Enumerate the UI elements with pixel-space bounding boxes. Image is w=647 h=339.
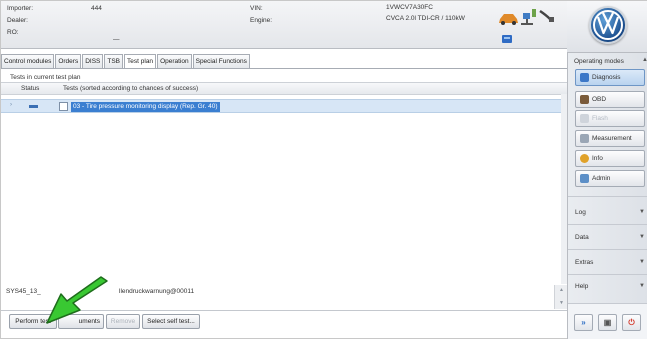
vci-icon <box>502 35 512 43</box>
info-icon <box>580 154 589 163</box>
diagnosis-label: Diagnosis <box>592 74 621 81</box>
flash-button[interactable]: Flash <box>575 110 645 127</box>
test-checkbox[interactable] <box>59 102 68 111</box>
car-icon <box>499 14 518 25</box>
tab-divider <box>1 68 567 69</box>
bottom-divider <box>1 310 567 311</box>
obd-label: OBD <box>592 96 607 103</box>
help-expand-icon[interactable]: ▼ <box>639 283 645 289</box>
sidebar-divider <box>568 249 647 250</box>
power-icon: ⏻ <box>628 318 635 327</box>
tab-operation[interactable]: Operation <box>157 54 192 69</box>
expand-icon[interactable]: › <box>10 102 12 108</box>
info-button[interactable]: Info <box>575 150 645 167</box>
extras-expand-icon[interactable]: ▼ <box>639 259 645 265</box>
sidebar-actions: » ▣ ⏻ <box>568 303 647 339</box>
select-self-test-button[interactable]: Select self test... <box>142 314 200 329</box>
info-label: Info <box>592 155 603 162</box>
right-sidebar: Operating modes ▲ Diagnosis OBD Flash Me… <box>567 53 647 339</box>
measurement-button[interactable]: Measurement <box>575 130 645 147</box>
vin-value: 1VWCV7A30FC <box>386 4 433 11</box>
window-icon: ▣ <box>603 318 612 327</box>
perform-test-button[interactable]: Perform test <box>9 314 57 329</box>
extras-section[interactable]: Extras ▼ <box>575 259 645 266</box>
brand-area <box>567 1 647 53</box>
tab-tsb[interactable]: TSB <box>104 54 124 69</box>
extras-label: Extras <box>575 259 594 266</box>
obd-button[interactable]: OBD <box>575 91 645 108</box>
importer-label: Importer: <box>7 5 34 12</box>
test-plan-row[interactable]: › 03 - Tire pressure monitoring display … <box>1 99 561 113</box>
log-section[interactable]: Log ▼ <box>575 209 645 216</box>
ro-value: — <box>113 36 120 43</box>
status-indicator-icon <box>29 105 38 108</box>
log-expand-icon[interactable]: ▼ <box>639 209 645 215</box>
obd-icon <box>580 95 589 104</box>
admin-button[interactable]: Admin <box>575 170 645 187</box>
tab-special-functions[interactable]: Special Functions <box>192 54 250 69</box>
scroll-down-icon[interactable]: ▼ <box>559 300 564 306</box>
tab-diss[interactable]: DISS <box>82 54 104 69</box>
exit-button[interactable]: ⏻ <box>622 314 641 331</box>
admin-icon <box>580 174 589 183</box>
engine-label: Engine: <box>250 17 273 24</box>
odis-window: Importer: 444 Dealer: RO: — VIN: Engine:… <box>0 0 647 339</box>
tab-control-modules[interactable]: Control modules <box>1 54 55 69</box>
connection-icons <box>496 5 556 49</box>
log-label: Log <box>575 209 586 216</box>
measurement-label: Measurement <box>592 135 632 142</box>
double-chevron-right-icon: » <box>581 318 586 327</box>
flash-label: Flash <box>592 115 608 122</box>
data-expand-icon[interactable]: ▼ <box>639 234 645 240</box>
diagnosis-button[interactable]: Diagnosis <box>575 69 645 86</box>
data-section[interactable]: Data ▼ <box>575 234 645 241</box>
operating-modes-title: Operating modes <box>574 58 624 65</box>
test-plan-header: Status Tests (sorted according to chance… <box>1 82 567 95</box>
measurement-icon <box>580 134 589 143</box>
vin-label: VIN: <box>250 5 263 12</box>
ro-label: RO: <box>7 29 19 36</box>
help-label: Help <box>575 283 589 290</box>
minimize-button[interactable]: ▣ <box>598 314 617 331</box>
forward-button[interactable]: » <box>574 314 593 331</box>
diagnosis-icon <box>580 73 589 82</box>
sidebar-divider <box>568 274 647 275</box>
vw-logo-icon <box>589 6 627 44</box>
status-code-prefix: SYS45_13_ <box>6 288 41 295</box>
sidebar-divider <box>568 196 647 197</box>
test-status-line: SYS45_13_ llendruckwarnung@00011 <box>6 288 554 298</box>
tab-test-plan[interactable]: Test plan <box>124 54 157 69</box>
cable-icon <box>539 9 554 22</box>
status-scrollbar[interactable]: ▲ ▼ <box>554 285 567 309</box>
tab-orders[interactable]: Orders <box>55 54 82 69</box>
dealer-label: Dealer: <box>7 17 28 24</box>
engine-value: CVCA 2.0l TDI-CR / 110kW <box>386 15 465 22</box>
importer-value: 444 <box>91 5 102 12</box>
main-tabs: Control modules Orders DISS TSB Test pla… <box>1 54 251 69</box>
status-code-suffix: llendruckwarnung@00011 <box>119 288 195 295</box>
scroll-up-icon[interactable]: ▲ <box>559 287 564 293</box>
flash-icon <box>580 114 589 123</box>
sidebar-divider <box>568 224 647 225</box>
test-name[interactable]: 03 - Tire pressure monitoring display (R… <box>71 102 220 112</box>
network-icon <box>521 9 536 25</box>
data-label: Data <box>575 234 589 241</box>
help-section[interactable]: Help ▼ <box>575 283 645 290</box>
vehicle-info-header: Importer: 444 Dealer: RO: — VIN: Engine:… <box>1 1 567 49</box>
tests-column-header[interactable]: Tests (sorted according to chances of su… <box>63 85 198 92</box>
status-column-header[interactable]: Status <box>21 85 39 92</box>
collapse-arrow-icon[interactable]: ▲ <box>642 57 647 63</box>
admin-label: Admin <box>592 175 611 182</box>
remove-button[interactable]: Remove <box>106 314 140 329</box>
test-plan-title: Tests in current test plan <box>10 74 81 81</box>
documents-button[interactable]: uments <box>58 314 104 329</box>
